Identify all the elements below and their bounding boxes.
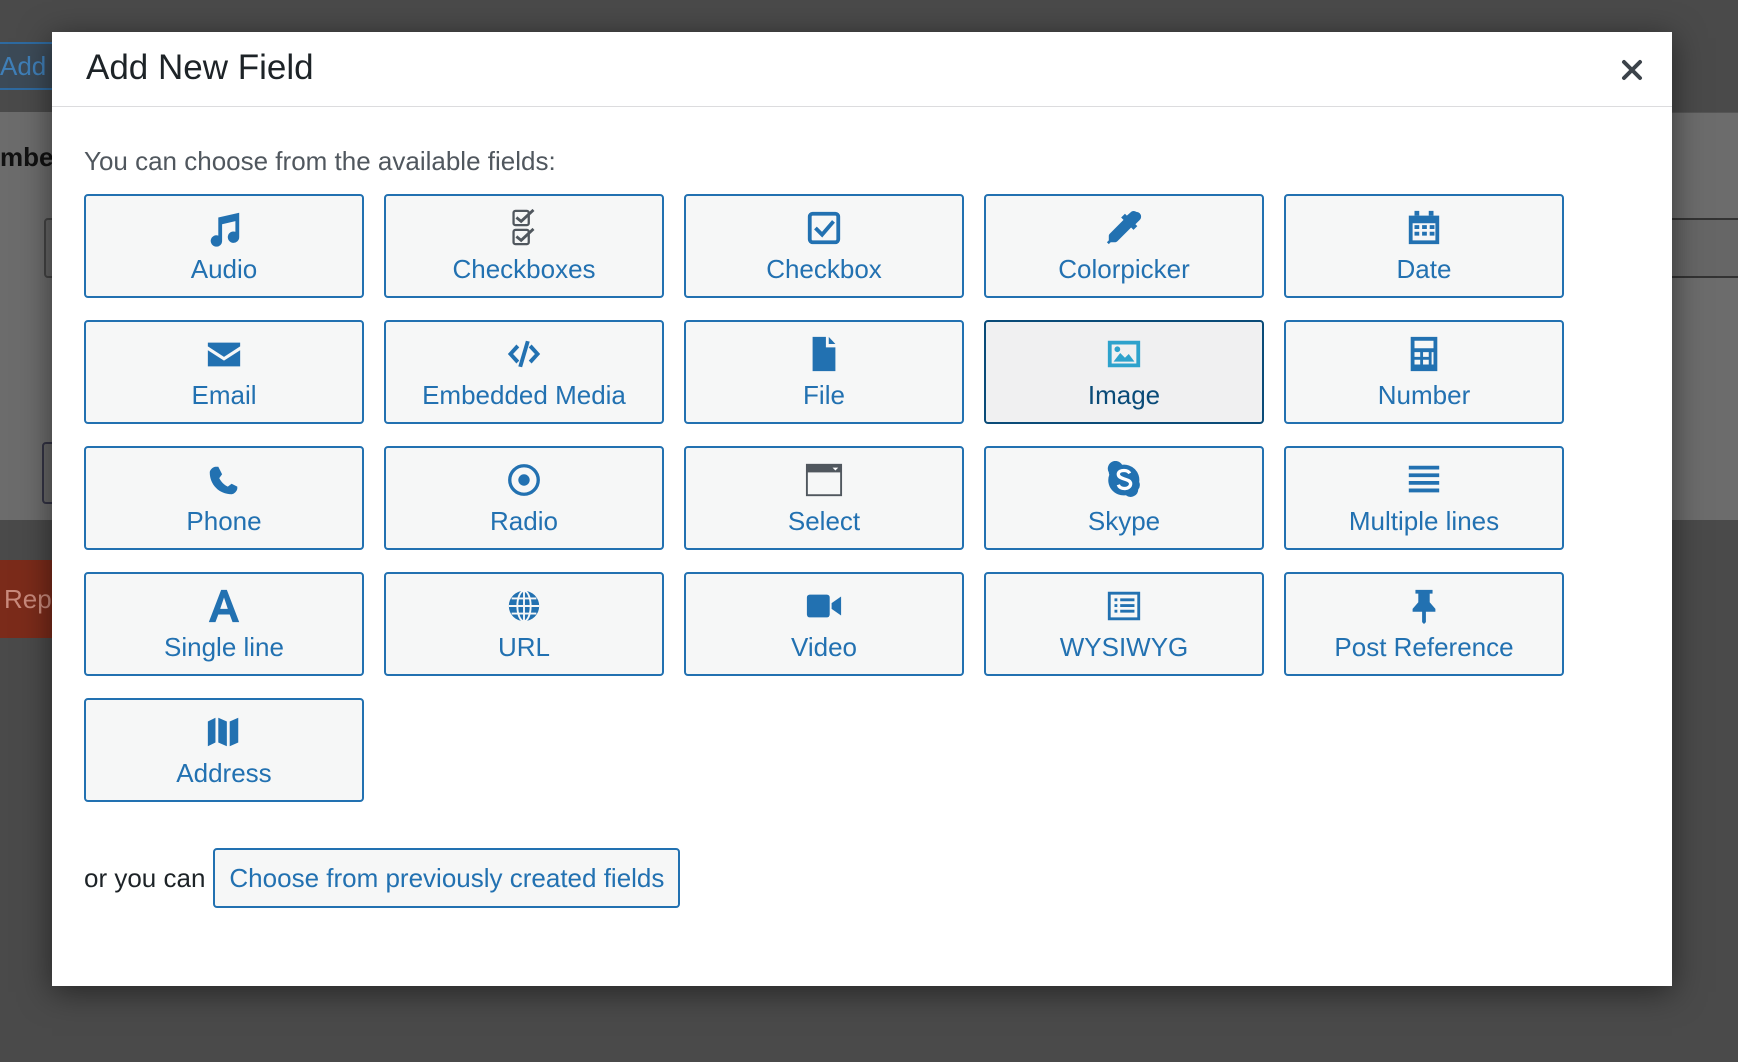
radio-icon xyxy=(504,460,544,500)
field-button-label: Image xyxy=(1087,379,1161,410)
field-button-file[interactable]: File xyxy=(684,320,964,424)
field-button-single-line[interactable]: Single line xyxy=(84,572,364,676)
music-icon xyxy=(204,208,244,248)
field-button-label: WYSIWYG xyxy=(1059,631,1189,662)
field-button-skype[interactable]: Skype xyxy=(984,446,1264,550)
field-button-label: Radio xyxy=(490,505,558,536)
field-button-label: Date xyxy=(1396,253,1452,284)
skype-icon xyxy=(1104,460,1144,500)
map-icon xyxy=(204,712,244,752)
background-divider xyxy=(1668,112,1738,197)
field-button-label: Number xyxy=(1377,379,1471,410)
file-icon xyxy=(804,334,844,374)
field-button-label: Embedded Media xyxy=(422,379,626,410)
field-button-select[interactable]: Select xyxy=(684,446,964,550)
pushpin-icon xyxy=(1404,586,1444,626)
field-button-address[interactable]: Address xyxy=(84,698,364,802)
eyedropper-icon xyxy=(1104,208,1144,248)
close-button[interactable] xyxy=(1610,48,1654,92)
field-button-url[interactable]: URL xyxy=(384,572,664,676)
modal-title: Add New Field xyxy=(86,48,314,87)
background-remove-button: Rep xyxy=(0,560,60,638)
intro-text: You can choose from the available fields… xyxy=(84,146,556,176)
field-button-label: Skype xyxy=(1087,505,1161,536)
field-button-checkbox[interactable]: Checkbox xyxy=(684,194,964,298)
field-button-label: URL xyxy=(497,631,550,662)
field-button-phone[interactable]: Phone xyxy=(84,446,364,550)
field-button-label: Checkboxes xyxy=(452,253,596,284)
field-button-label: Audio xyxy=(190,253,258,284)
field-button-video[interactable]: Video xyxy=(684,572,964,676)
calendar-icon xyxy=(1404,208,1444,248)
list-alt-icon xyxy=(1104,586,1144,626)
field-button-label: File xyxy=(803,379,845,410)
globe-icon xyxy=(504,586,544,626)
video-camera-icon xyxy=(804,586,844,626)
calculator-icon xyxy=(1404,334,1444,374)
field-button-multiple-lines[interactable]: Multiple lines xyxy=(1284,446,1564,550)
or-text: or you can xyxy=(84,862,206,893)
field-button-post-reference[interactable]: Post Reference xyxy=(1284,572,1564,676)
field-button-label: Multiple lines xyxy=(1348,505,1500,536)
modal-header: Add New Field xyxy=(52,32,1672,107)
envelope-icon xyxy=(204,334,244,374)
field-button-radio[interactable]: Radio xyxy=(384,446,664,550)
field-button-label: Checkbox xyxy=(766,253,882,284)
code-icon xyxy=(504,334,544,374)
field-button-image[interactable]: Image xyxy=(984,320,1264,424)
field-type-grid: Audio Checkboxes Checkbox Colorpicker Date Em… xyxy=(84,194,1564,802)
checkbox-icon xyxy=(804,208,844,248)
field-button-label: Phone xyxy=(186,505,262,536)
field-button-audio[interactable]: Audio xyxy=(84,194,364,298)
field-button-wysiwyg[interactable]: WYSIWYG xyxy=(984,572,1264,676)
letter-a-icon xyxy=(204,586,244,626)
field-button-label: Colorpicker xyxy=(1058,253,1190,284)
add-new-field-modal: Add New Field You can choose from the av… xyxy=(52,32,1672,986)
field-button-colorpicker[interactable]: Colorpicker xyxy=(984,194,1264,298)
close-icon xyxy=(1622,60,1642,80)
background-field-label: mbe xyxy=(0,142,54,172)
checkboxes-icon xyxy=(504,208,544,248)
field-button-label: Address xyxy=(176,757,272,788)
choose-previous-fields-button[interactable]: Choose from previously created fields xyxy=(213,848,681,908)
field-button-embedded-media[interactable]: Embedded Media xyxy=(384,320,664,424)
lines-icon xyxy=(1404,460,1444,500)
field-button-label: Post Reference xyxy=(1334,631,1514,662)
field-button-checkboxes[interactable]: Checkboxes xyxy=(384,194,664,298)
field-button-email[interactable]: Email xyxy=(84,320,364,424)
select-icon xyxy=(804,460,844,500)
field-button-date[interactable]: Date xyxy=(1284,194,1564,298)
image-icon xyxy=(1104,334,1144,374)
bottom-row: or you can Choose from previously create… xyxy=(84,848,681,908)
phone-icon xyxy=(204,460,244,500)
field-button-label: Email xyxy=(191,379,257,410)
field-button-number[interactable]: Number xyxy=(1284,320,1564,424)
field-button-label: Video xyxy=(790,631,858,662)
field-button-label: Select xyxy=(787,505,861,536)
field-button-label: Single line xyxy=(164,631,284,662)
